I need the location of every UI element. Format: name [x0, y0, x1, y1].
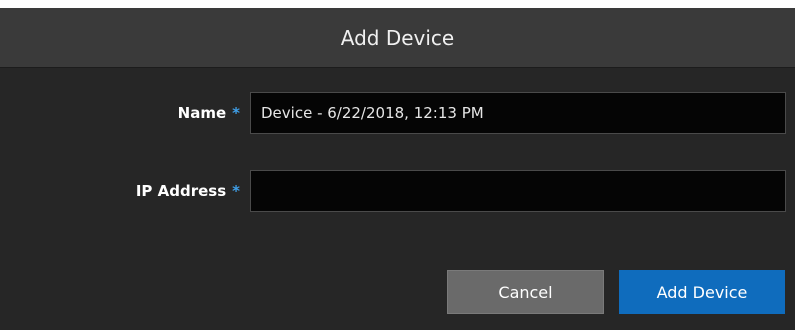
required-marker: *	[232, 182, 240, 200]
required-marker: *	[232, 104, 240, 122]
name-label: Name	[177, 104, 227, 122]
dialog-title: Add Device	[340, 25, 455, 50]
ip-address-input[interactable]	[250, 170, 786, 212]
ip-address-row: IP Address *	[0, 170, 795, 212]
add-device-button[interactable]: Add Device	[619, 270, 785, 314]
background-strip	[0, 0, 795, 8]
ip-address-label: IP Address	[135, 182, 227, 200]
cancel-button[interactable]: Cancel	[447, 270, 604, 314]
ip-address-label-group: IP Address *	[136, 170, 240, 212]
dialog-header: Add Device	[0, 8, 795, 68]
name-row: Name *	[0, 92, 795, 134]
add-device-dialog: Add Device Name * IP Address * Cancel Ad…	[0, 8, 795, 330]
name-label-group: Name *	[178, 92, 240, 134]
name-input[interactable]	[250, 92, 786, 134]
